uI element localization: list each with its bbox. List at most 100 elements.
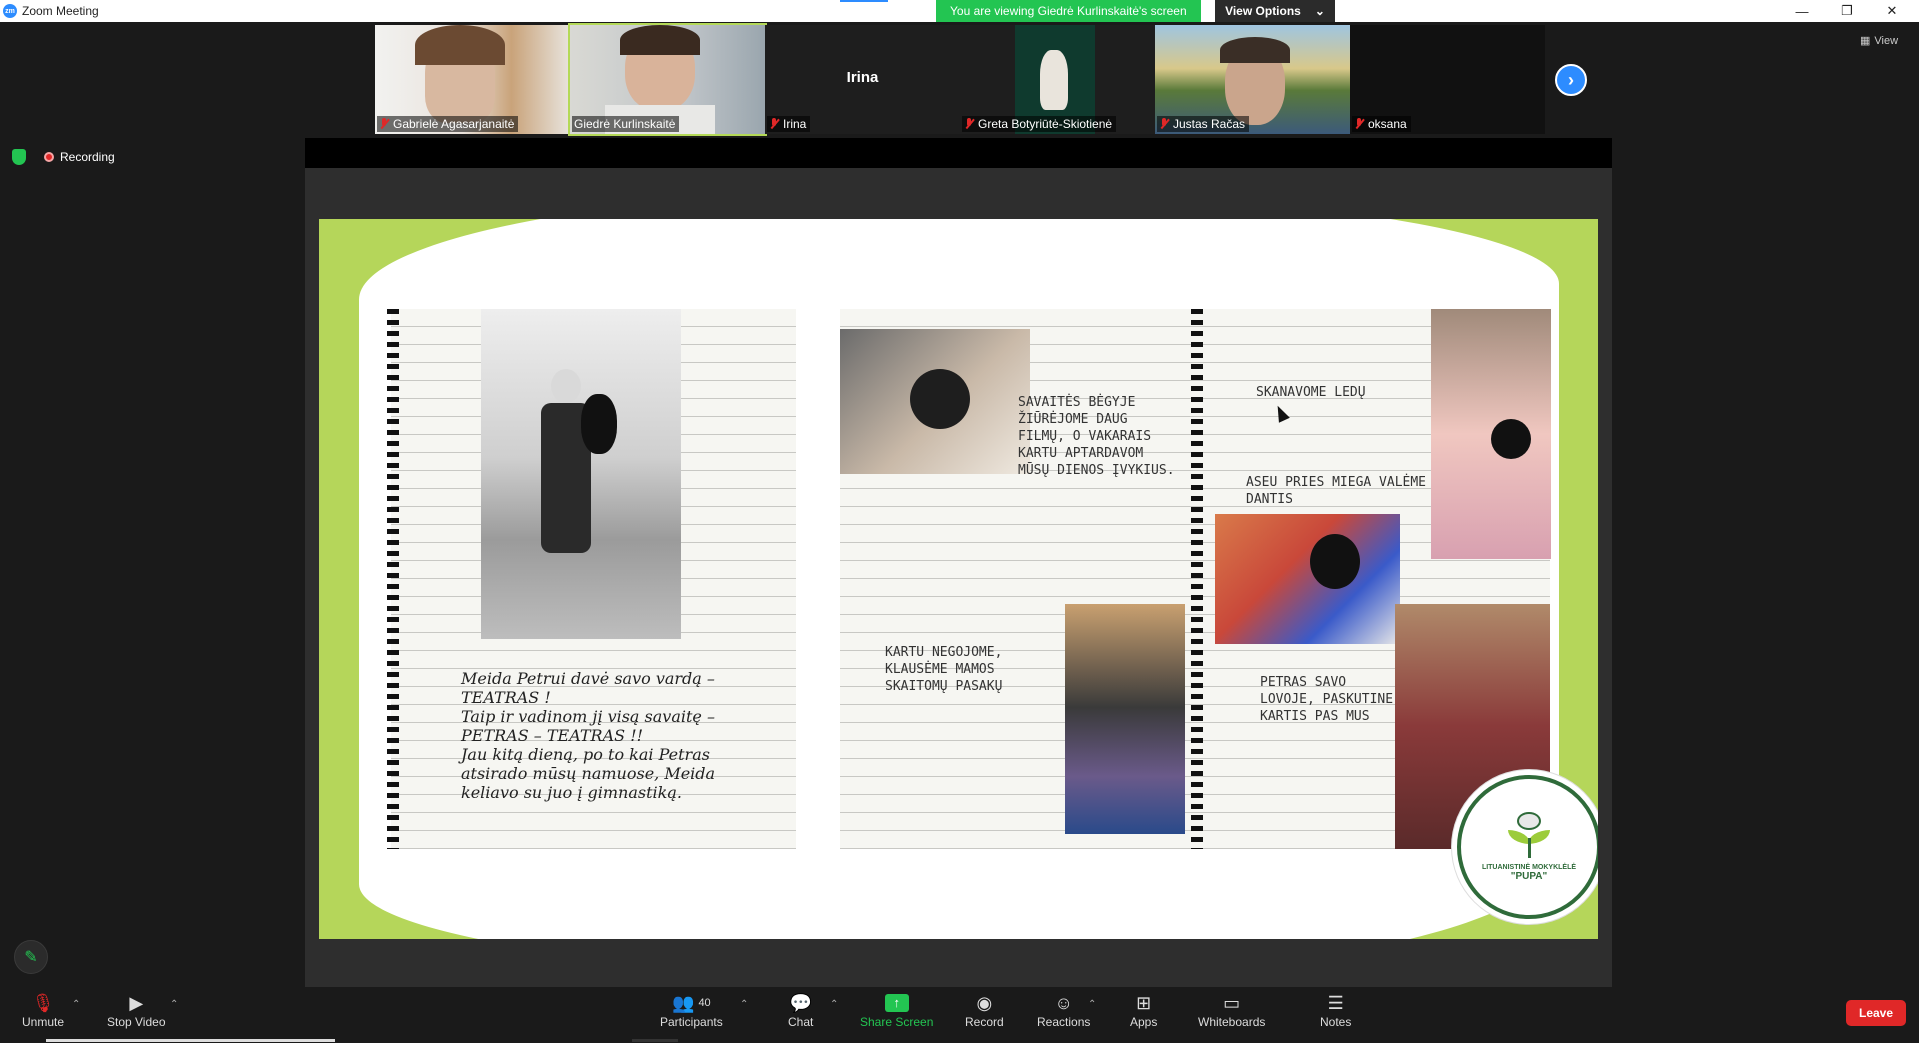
apps-grid-icon: ⊞ — [1136, 992, 1152, 1013]
stop-video-label: Stop Video — [107, 1015, 166, 1029]
share-screen-label: Share Screen — [860, 1015, 934, 1029]
mic-muted-icon — [1159, 118, 1169, 130]
next-page-arrow-icon[interactable]: › — [1555, 64, 1587, 96]
restore-button[interactable]: ❐ — [1825, 0, 1869, 22]
chat-label: Chat — [788, 1015, 814, 1029]
reactions-button[interactable]: ☺ Reactions — [1037, 991, 1091, 1030]
record-button[interactable]: ◉ Record — [965, 991, 1004, 1030]
notes-label: Notes — [1320, 1015, 1352, 1029]
note-petras-bed: PETRAS SAVO LOVOJE, PASKUTINE KARTIS PAS… — [1260, 675, 1394, 724]
spiral-binding — [1191, 309, 1203, 849]
participants-icon: 👥 40 — [672, 992, 711, 1013]
security-shield-icon[interactable] — [12, 149, 26, 165]
whiteboard-icon: ▭ — [1223, 992, 1241, 1013]
record-dot-icon — [44, 152, 54, 162]
view-options-button[interactable]: View Options ⌄ — [1215, 0, 1335, 22]
note-ice-cream: SKANAVOME LEDŲ — [1256, 385, 1366, 400]
notes-button[interactable]: ☰ Notes — [1320, 991, 1352, 1030]
participants-caret-icon[interactable]: ⌃ — [740, 999, 748, 1010]
restore-icon: ❐ — [1841, 3, 1853, 18]
participants-button[interactable]: 👥 40 Participants — [660, 991, 723, 1030]
shared-screen[interactable]: Meida Petrui davė savo vardą – TEATRAS !… — [305, 138, 1612, 987]
chat-caret-icon[interactable]: ⌃ — [830, 999, 838, 1010]
participant-name: Greta Botyriūtė-Skiotienė — [962, 116, 1117, 132]
share-screen-button[interactable]: ↑ Share Screen — [860, 991, 933, 1029]
photo-child-gym — [481, 309, 681, 639]
mic-muted-icon — [1354, 118, 1364, 130]
apps-button[interactable]: ⊞ Apps — [1130, 991, 1158, 1030]
pupa-plant-icon — [1504, 812, 1554, 858]
recording-label: Recording — [60, 150, 115, 164]
logo-school-name: LITUANISTINĖ MOKYKLĖLĖ — [1481, 864, 1577, 871]
participant-name: oksana — [1352, 116, 1411, 132]
record-label: Record — [965, 1015, 1004, 1029]
reactions-label: Reactions — [1037, 1015, 1091, 1029]
mic-muted-icon — [769, 118, 779, 130]
minimize-icon: — — [1795, 3, 1809, 19]
notebook-page-left: Meida Petrui davė savo vardą – TEATRAS !… — [387, 309, 796, 849]
recording-indicator[interactable]: Recording — [44, 150, 115, 164]
audio-options-caret-icon[interactable]: ⌃ — [72, 999, 80, 1010]
chat-bubble-icon: 💬 — [789, 992, 812, 1013]
meeting-toolbar: 🎙 Unmute ⌃ ▶ Stop Video ⌃ 👥 40 Participan… — [0, 987, 1919, 1043]
apps-label: Apps — [1130, 1015, 1158, 1029]
mic-muted-icon — [964, 118, 974, 130]
view-options-label: View Options — [1225, 4, 1301, 18]
minimize-button[interactable]: — — [1780, 0, 1824, 22]
school-logo: LITUANISTINĖ MOKYKLĖLĖ "PUPA" — [1457, 775, 1598, 919]
stop-video-button[interactable]: ▶ Stop Video — [107, 991, 166, 1030]
participant-tile[interactable]: Justas Račas — [1155, 25, 1350, 134]
participant-placeholder-name: Irina — [846, 69, 879, 86]
participant-tile[interactable]: oksana — [1350, 25, 1545, 134]
logo-pupa-name: "PUPA" — [1510, 871, 1548, 882]
note-films: SAVAITĖS BĖGYJE ŽIŪRĖJOME DAUG FILMŲ, O … — [1018, 395, 1175, 478]
annotate-pencil-icon[interactable]: ✎ — [14, 940, 48, 974]
spiral-binding — [387, 309, 399, 849]
window-title: Zoom Meeting — [22, 4, 99, 18]
leave-button[interactable]: Leave — [1846, 1000, 1906, 1026]
view-label: View — [1874, 34, 1899, 47]
viewing-banner: You are viewing Giedrė Kurlinskaitė's sc… — [936, 0, 1201, 22]
unmute-button[interactable]: 🎙 Unmute — [22, 991, 65, 1030]
participant-tile[interactable]: Gabrielė Agasarjanaitė — [375, 25, 570, 134]
grid-icon: ▦ — [1860, 35, 1871, 47]
unmute-label: Unmute — [22, 1015, 65, 1029]
photo-teeth-brushing — [1215, 514, 1400, 644]
close-icon: ✕ — [1886, 3, 1898, 18]
handwritten-text-left: Meida Petrui davė savo vardą – TEATRAS !… — [461, 669, 716, 802]
video-options-caret-icon[interactable]: ⌃ — [170, 999, 178, 1010]
reactions-smiley-icon: ☺ — [1054, 992, 1073, 1013]
participant-name: Justas Račas — [1157, 116, 1250, 132]
mic-muted-icon — [379, 118, 389, 130]
view-button[interactable]: ▦ View — [1860, 34, 1899, 48]
participant-tile-active-speaker[interactable]: Giedrė Kurlinskaitė — [568, 23, 767, 136]
participants-count: 40 — [698, 997, 711, 1009]
scroll-indicator — [46, 1039, 335, 1042]
whiteboards-button[interactable]: ▭ Whiteboards — [1198, 991, 1266, 1030]
mic-muted-icon: 🎙 — [31, 992, 55, 1013]
share-screen-icon: ↑ — [884, 991, 909, 1015]
note-brushing-teeth: ASEU PRIES MIEGA VALĖME DANTIS — [1246, 475, 1427, 507]
photo-watching-films — [840, 329, 1030, 474]
record-icon: ◉ — [976, 992, 993, 1013]
chevron-down-icon: ⌄ — [1314, 4, 1325, 18]
participants-active-indicator — [632, 1039, 678, 1042]
note-stories: KARTU NEGOJOME, KLAUSĖME MAMOS SKAITOMŲ … — [885, 645, 1003, 694]
photo-reading-stories — [1065, 604, 1185, 834]
participant-tile[interactable]: Irina Irina — [765, 25, 960, 134]
presentation-slide: Meida Petrui davė savo vardą – TEATRAS !… — [319, 219, 1598, 939]
participant-name: Irina — [767, 116, 811, 132]
shared-screen-topbar — [305, 138, 1612, 168]
participant-name: Giedrė Kurlinskaitė — [572, 116, 680, 132]
whiteboards-label: Whiteboards — [1198, 1015, 1266, 1029]
notebook-page-right: SAVAITĖS BĖGYJE ŽIŪRĖJOME DAUG FILMŲ, O … — [840, 309, 1551, 849]
chat-button[interactable]: 💬 Chat — [788, 991, 814, 1030]
zoom-logo-icon: zm — [3, 4, 17, 18]
reactions-caret-icon[interactable]: ⌃ — [1088, 999, 1096, 1010]
participant-tile[interactable]: Greta Botyriūtė-Skiotienė — [960, 25, 1155, 134]
participants-label: Participants — [660, 1015, 723, 1029]
tab-indicator — [840, 0, 888, 2]
notes-icon: ☰ — [1327, 992, 1344, 1013]
photo-child-with-toy — [1431, 309, 1551, 559]
close-button[interactable]: ✕ — [1870, 0, 1914, 22]
